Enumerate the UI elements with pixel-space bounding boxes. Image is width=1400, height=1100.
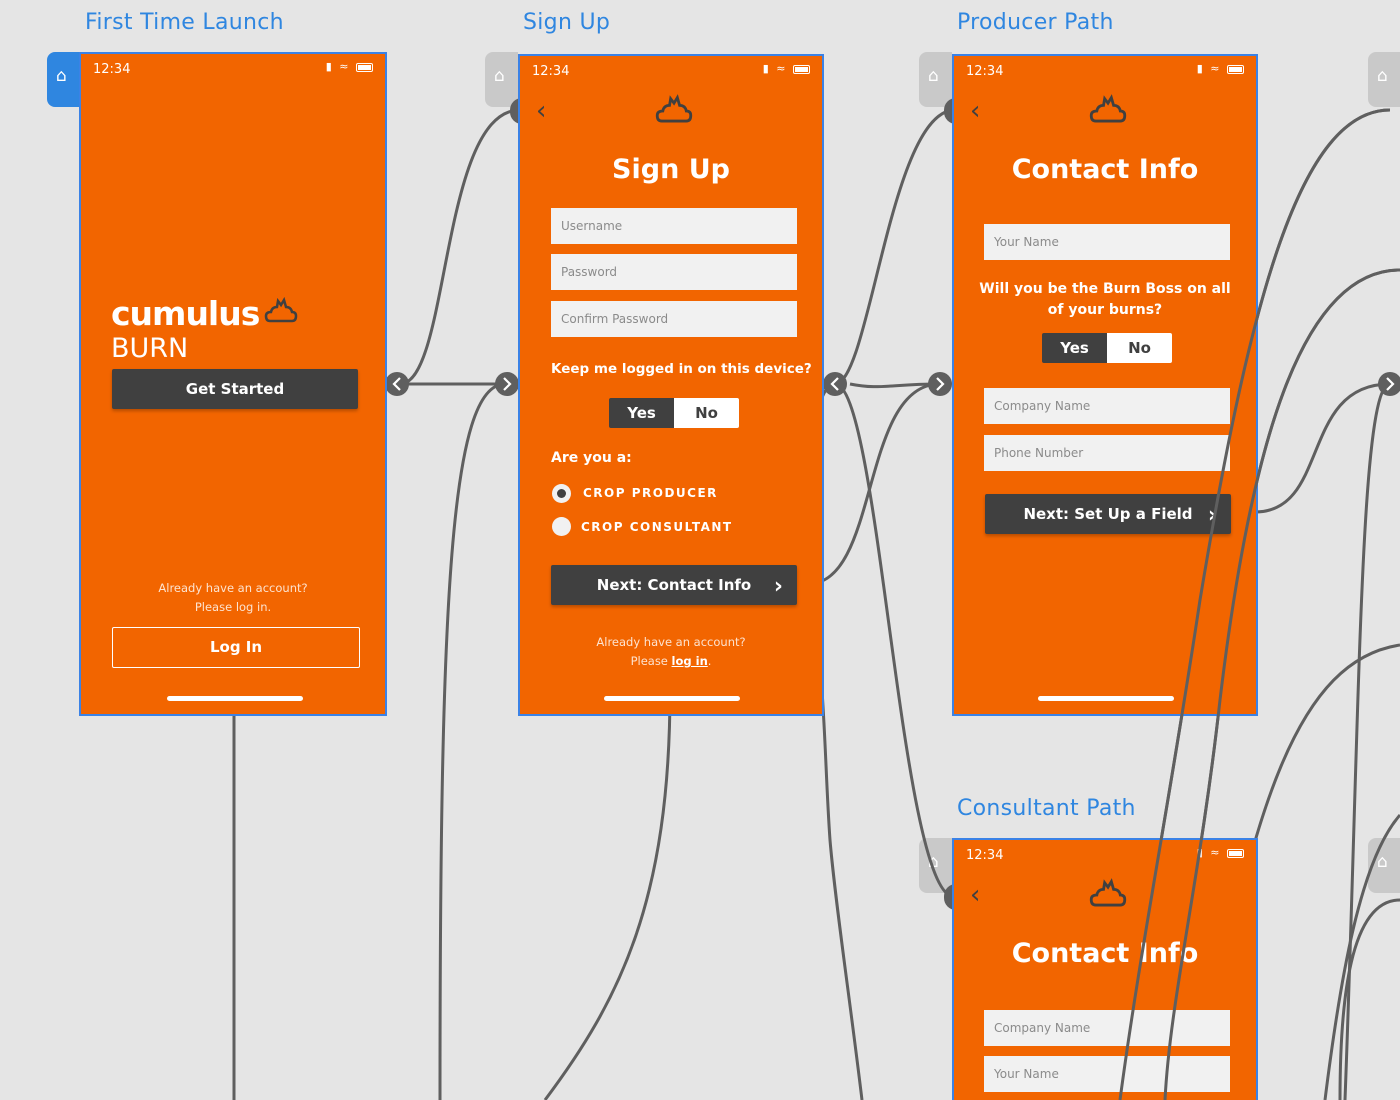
crop-consultant-radio[interactable]	[552, 517, 571, 536]
toggle-no[interactable]: No	[674, 398, 739, 428]
status-time: 12:34	[532, 64, 570, 79]
home-indicator	[604, 696, 740, 701]
wire-arrow-node	[823, 372, 847, 396]
wire	[399, 108, 521, 386]
status-icons: ▮ ≈	[1197, 62, 1244, 75]
wire	[438, 382, 506, 1100]
cloud-flame-logo-icon	[1089, 94, 1127, 123]
battery-icon	[356, 62, 373, 72]
chevron-right-icon: ›	[773, 574, 783, 599]
status-time: 12:34	[966, 848, 1004, 863]
get-started-button[interactable]: Get Started	[112, 369, 358, 409]
burn-boss-question: Will you be the Burn Boss on all of your…	[954, 279, 1256, 321]
please-text: Please	[630, 654, 668, 668]
page-title: Contact Info	[1011, 938, 1199, 969]
signal-icon: ▮	[325, 60, 334, 73]
account-prompt: Already have an account? Please log in.	[81, 579, 385, 617]
signal-icon: ▮	[1196, 846, 1205, 859]
wire-arrow-node	[385, 372, 409, 396]
cloud-flame-logo-icon	[1089, 878, 1127, 907]
page-title: Contact Info	[1011, 154, 1199, 185]
company-name-field[interactable]: Company Name	[984, 388, 1230, 424]
battery-icon	[793, 64, 810, 74]
wifi-icon: ≈	[1210, 62, 1222, 75]
are-you-label: Are you a:	[551, 450, 632, 466]
logo-burn: BURN	[111, 333, 189, 364]
account-line-1: Already have an account?	[596, 635, 746, 649]
home-indicator	[167, 696, 303, 701]
toggle-yes[interactable]: Yes	[609, 398, 674, 428]
burn-boss-line-1: Will you be the Burn Boss on all	[979, 281, 1231, 297]
status-icons: ▮ ≈	[1197, 846, 1244, 859]
screen-first-time-launch: 12:34 ▮ ≈ cumulus BURN Get Started Alrea…	[79, 52, 387, 716]
wire	[1254, 382, 1391, 514]
toggle-yes[interactable]: Yes	[1042, 333, 1107, 363]
next-button-label: Next: Set Up a Field	[1023, 505, 1193, 523]
username-field[interactable]: Username	[551, 208, 797, 244]
next-contact-info-button[interactable]: Next: Contact Info ›	[551, 565, 797, 605]
chevron-right-icon: ›	[1207, 503, 1217, 528]
screen-sign-up: 12:34 ▮ ≈ ‹ Sign Up Username Password Co…	[518, 54, 824, 716]
account-line-2: Please log in.	[520, 652, 822, 671]
wire	[834, 382, 956, 899]
burn-boss-toggle[interactable]: Yes No	[1042, 333, 1172, 363]
back-arrow-icon[interactable]: ‹	[536, 96, 546, 126]
toggle-no[interactable]: No	[1107, 333, 1172, 363]
cloud-flame-logo-icon	[265, 296, 298, 323]
next-set-up-field-button[interactable]: Next: Set Up a Field ›	[985, 494, 1231, 534]
battery-icon	[1227, 848, 1244, 858]
status-time: 12:34	[966, 64, 1004, 79]
keep-logged-in-toggle[interactable]: Yes No	[609, 398, 739, 428]
company-name-field[interactable]: Company Name	[984, 1010, 1230, 1046]
cloud-flame-logo-icon	[655, 94, 693, 123]
period-text: .	[707, 654, 712, 668]
keep-logged-in-question: Keep me logged in on this device?	[551, 361, 812, 377]
signal-icon: ▮	[1196, 62, 1205, 75]
wifi-icon: ≈	[1210, 846, 1222, 859]
account-prompt: Already have an account? Please log in.	[520, 633, 822, 671]
next-button-label: Next: Contact Info	[596, 576, 752, 594]
phone-number-field[interactable]: Phone Number	[984, 435, 1230, 471]
burn-boss-line-2: of your burns?	[1047, 302, 1163, 318]
password-field[interactable]: Password	[551, 254, 797, 290]
status-icons: ▮ ≈	[326, 60, 373, 73]
back-arrow-icon[interactable]: ‹	[970, 96, 980, 126]
status-icons: ▮ ≈	[763, 62, 810, 75]
wire-arrow-node	[928, 372, 952, 396]
status-time: 12:34	[93, 62, 131, 77]
your-name-field[interactable]: Your Name	[984, 1056, 1230, 1092]
confirm-password-field[interactable]: Confirm Password	[551, 301, 797, 337]
log-in-link[interactable]: log in	[672, 654, 708, 668]
wire	[807, 382, 941, 586]
crop-consultant-label[interactable]: CROP CONSULTANT	[581, 520, 733, 534]
wifi-icon: ≈	[339, 60, 351, 73]
log-in-button[interactable]: Log In	[112, 627, 360, 668]
wifi-icon: ≈	[776, 62, 788, 75]
logo-word: cumulus	[111, 294, 260, 333]
home-indicator	[1038, 696, 1174, 701]
wire	[1343, 382, 1391, 1100]
crop-producer-radio[interactable]	[552, 484, 571, 503]
crop-producer-label[interactable]: CROP PRODUCER	[583, 486, 718, 500]
your-name-field[interactable]: Your Name	[984, 224, 1230, 260]
wire	[543, 689, 672, 1100]
wire-arrow-node	[495, 372, 519, 396]
battery-icon	[1227, 64, 1244, 74]
back-arrow-icon[interactable]: ‹	[970, 880, 980, 910]
account-line-1: Already have an account?	[158, 581, 308, 595]
cumulus-burn-logo: cumulus BURN	[111, 294, 371, 364]
signal-icon: ▮	[762, 62, 771, 75]
screen-producer-contact-info: 12:34 ▮ ≈ ‹ Contact Info Your Name Will …	[952, 54, 1258, 716]
page-title: Sign Up	[612, 154, 730, 185]
wire	[1323, 814, 1400, 1100]
account-line-2: Please log in.	[194, 600, 272, 614]
screen-consultant-contact-info: 12:34 ▮ ≈ ‹ Contact Info Company Name Yo…	[952, 838, 1258, 1100]
